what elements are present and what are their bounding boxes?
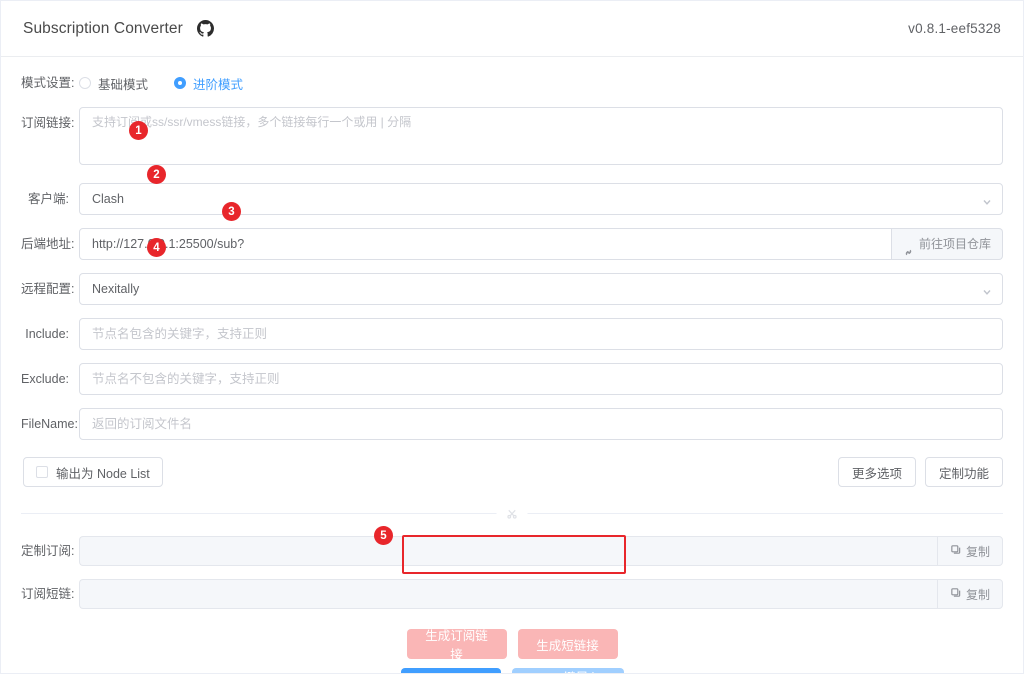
upload-config-button[interactable]: 上传配置 — [400, 668, 501, 673]
client-field — [79, 183, 1003, 215]
copy-label: 复制 — [965, 587, 990, 602]
sub-link-input[interactable] — [79, 107, 1003, 165]
import-clash-label: 一键导入 Clash — [543, 667, 610, 674]
version-label: v0.8.1-eef5328 — [908, 21, 1001, 36]
copy-label: 复制 — [965, 544, 990, 559]
backend-row: 后端地址: 前往项目仓库 — [21, 228, 1003, 260]
sub-link-field — [79, 107, 1003, 170]
remote-config-row: 远程配置: — [21, 273, 1003, 305]
copy-custom-sub-button[interactable]: 复制 — [936, 536, 1003, 566]
mode-label: 模式设置: — [21, 76, 75, 90]
copy-icon — [950, 587, 961, 601]
options-bar: 输出为 Node List 更多选项 定制功能 — [21, 457, 1003, 487]
remote-config-field — [79, 273, 1003, 305]
exclude-input[interactable] — [79, 363, 1003, 395]
more-options-button[interactable]: 更多选项 — [837, 457, 916, 487]
node-list-checkbox[interactable]: 输出为 Node List — [23, 457, 163, 487]
backend-input-group: 前往项目仓库 — [79, 228, 1003, 260]
exclude-label: Exclude: — [21, 372, 69, 386]
page-title: Subscription Converter — [23, 19, 183, 37]
app-header: Subscription Converter v0.8.1-eef5328 — [1, 1, 1023, 57]
annotation-badge-1: 1 — [129, 121, 148, 140]
exclude-row: Exclude: — [21, 363, 1003, 395]
scissors-icon — [496, 508, 528, 519]
client-select[interactable] — [79, 183, 1003, 215]
radio-basic-mode[interactable]: 基础模式 — [79, 74, 148, 93]
filename-label: FileName: — [21, 417, 78, 431]
radio-advanced-mode[interactable]: 进阶模式 — [174, 74, 243, 93]
mode-settings-row: 模式设置: 基础模式 进阶模式 — [21, 73, 1003, 93]
filename-row: FileName: — [21, 408, 1003, 440]
goto-repo-label: 前往项目仓库 — [918, 237, 991, 251]
copy-icon — [950, 544, 961, 558]
short-link-input[interactable] — [79, 579, 937, 609]
goto-repo-button[interactable]: 前往项目仓库 — [891, 228, 1003, 260]
client-row: 客户端: — [21, 183, 1003, 215]
checkbox-icon — [36, 466, 48, 478]
app-window: Subscription Converter v0.8.1-eef5328 模式… — [0, 0, 1024, 674]
custom-sub-input[interactable] — [79, 536, 937, 566]
radio-advanced-label: 进阶模式 — [193, 77, 244, 92]
include-row: Include: — [21, 318, 1003, 350]
short-link-row: 订阅短链: 复制 — [21, 579, 1003, 609]
radio-basic-label: 基础模式 — [98, 77, 149, 92]
include-label: Include: — [25, 327, 69, 341]
backend-label: 后端地址: — [21, 237, 75, 251]
github-icon[interactable] — [196, 20, 214, 37]
sub-link-row: 订阅链接: — [21, 107, 1003, 170]
upload-import-pair: 上传配置 一键导入 Clash — [400, 667, 624, 674]
generate-short-link-button[interactable]: 生成短链接 — [517, 629, 618, 659]
custom-sub-group: 复制 — [79, 536, 1003, 566]
copy-short-link-button[interactable]: 复制 — [936, 579, 1003, 609]
annotation-badge-3: 3 — [222, 202, 241, 221]
remote-config-label: 远程配置: — [21, 282, 75, 296]
node-list-label: 输出为 Node List — [56, 466, 150, 481]
annotation-badge-2: 2 — [147, 165, 166, 184]
filename-input[interactable] — [79, 408, 1003, 440]
client-label: 客户端: — [28, 192, 69, 206]
backend-field: 前往项目仓库 — [79, 228, 1003, 260]
custom-sub-label: 定制订阅: — [21, 544, 75, 558]
radio-dot-icon — [174, 77, 187, 89]
generate-button-pair: 生成订阅链接 生成短链接 — [406, 629, 618, 662]
custom-features-button[interactable]: 定制功能 — [924, 457, 1003, 487]
radio-dot-icon — [79, 77, 91, 89]
annotation-badge-5: 5 — [374, 526, 393, 545]
section-divider — [21, 508, 1003, 519]
include-field — [79, 318, 1003, 350]
filename-field — [79, 408, 1003, 440]
sub-link-label: 订阅链接: — [21, 116, 75, 130]
remote-config-select[interactable] — [79, 273, 1003, 305]
include-input[interactable] — [79, 318, 1003, 350]
short-link-label: 订阅短链: — [21, 587, 75, 601]
action-buttons: 生成订阅链接 生成短链接 上传配置 一键导入 Clash — [21, 629, 1003, 674]
custom-sub-row: 定制订阅: 复制 — [21, 536, 1003, 566]
annotation-badge-4: 4 — [147, 238, 166, 257]
link-icon — [903, 239, 914, 255]
import-clash-button[interactable]: 一键导入 Clash — [511, 667, 624, 674]
exclude-field — [79, 363, 1003, 395]
generate-sub-link-button[interactable]: 生成订阅链接 — [406, 629, 507, 662]
backend-input[interactable] — [79, 228, 892, 260]
form-body: 模式设置: 基础模式 进阶模式 订阅链接: 客户端: — [1, 57, 1023, 674]
short-link-group: 复制 — [79, 579, 1003, 609]
